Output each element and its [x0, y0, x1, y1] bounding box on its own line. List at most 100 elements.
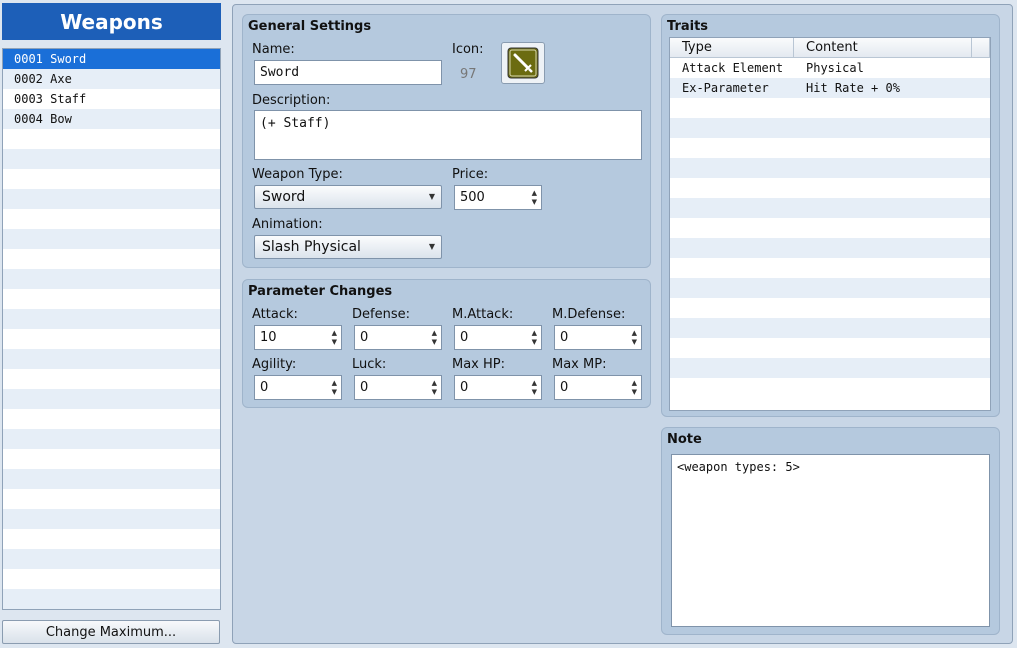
animation-label: Animation: — [252, 217, 323, 232]
weapon-list-empty-row[interactable] — [3, 249, 220, 269]
stepper-up-icon[interactable]: ▲ — [332, 379, 337, 387]
trait-empty-row[interactable] — [670, 98, 990, 118]
weapon-list-empty-row[interactable] — [3, 209, 220, 229]
stepper-up-icon[interactable]: ▲ — [632, 329, 637, 337]
trait-empty-row[interactable] — [670, 138, 990, 158]
param-label: M.Attack: — [452, 307, 514, 322]
weapon-list-item[interactable]: 0002 Axe — [3, 69, 220, 89]
weapon-list-empty-row[interactable] — [3, 289, 220, 309]
stepper-down-icon[interactable]: ▼ — [532, 388, 537, 396]
weapon-list-empty-row[interactable] — [3, 309, 220, 329]
stepper-down-icon[interactable]: ▼ — [432, 388, 437, 396]
weapon-list-empty-row[interactable] — [3, 349, 220, 369]
note-textarea[interactable]: <weapon types: 5> — [671, 454, 990, 627]
trait-empty-row[interactable] — [670, 158, 990, 178]
trait-row[interactable]: Ex-Parameter Hit Rate + 0% — [670, 78, 990, 98]
chevron-down-icon: ▼ — [428, 192, 435, 201]
trait-empty-row[interactable] — [670, 378, 990, 398]
trait-row[interactable]: Attack Element Physical — [670, 58, 990, 78]
icon-label: Icon: — [452, 42, 484, 57]
param-value: 0 — [260, 380, 269, 395]
param-stepper[interactable]: 0 ▲ ▼ — [554, 375, 642, 400]
weapon-list-empty-row[interactable] — [3, 469, 220, 489]
weapon-list-empty-row[interactable] — [3, 509, 220, 529]
change-maximum-button[interactable]: Change Maximum... — [2, 620, 220, 644]
weapon-list-empty-row[interactable] — [3, 589, 220, 609]
stepper-down-icon[interactable]: ▼ — [332, 388, 337, 396]
param-label: Agility: — [252, 357, 297, 372]
traits-table[interactable]: Type Content Attack Element Physical Ex-Pa… — [669, 37, 991, 411]
trait-empty-row[interactable] — [670, 178, 990, 198]
weapon-list-empty-row[interactable] — [3, 229, 220, 249]
traits-column-type[interactable]: Type — [670, 38, 794, 58]
weapon-list-empty-row[interactable] — [3, 549, 220, 569]
weapon-list-empty-row[interactable] — [3, 369, 220, 389]
stepper-up-icon[interactable]: ▲ — [532, 379, 537, 387]
weapon-list-empty-row[interactable] — [3, 389, 220, 409]
weapon-list-empty-row[interactable] — [3, 129, 220, 149]
weapon-list-empty-row[interactable] — [3, 449, 220, 469]
trait-empty-row[interactable] — [670, 198, 990, 218]
weapon-list-empty-row[interactable] — [3, 529, 220, 549]
weapon-list-item[interactable]: 0004 Bow — [3, 109, 220, 129]
trait-empty-row[interactable] — [670, 278, 990, 298]
weapon-list-empty-row[interactable] — [3, 329, 220, 349]
stepper-up-icon[interactable]: ▲ — [632, 379, 637, 387]
param-stepper[interactable]: 0 ▲ ▼ — [554, 325, 642, 350]
stepper-up-icon[interactable]: ▲ — [532, 329, 537, 337]
weapon-list-empty-row[interactable] — [3, 169, 220, 189]
trait-type: Attack Element — [682, 61, 784, 75]
trait-empty-row[interactable] — [670, 118, 990, 138]
weapon-type-select[interactable]: Sword ▼ — [254, 185, 442, 209]
name-field[interactable]: Sword — [254, 60, 442, 85]
trait-empty-row[interactable] — [670, 338, 990, 358]
stepper-down-icon[interactable]: ▼ — [632, 388, 637, 396]
param-stepper[interactable]: 0 ▲ ▼ — [454, 325, 542, 350]
description-field[interactable]: (+ Staff) — [254, 110, 642, 160]
trait-empty-row[interactable] — [670, 258, 990, 278]
traits-title: Traits — [667, 19, 709, 34]
trait-content: Hit Rate + 0% — [806, 81, 900, 95]
stepper-down-icon[interactable]: ▼ — [632, 338, 637, 346]
param-stepper[interactable]: 0 ▲ ▼ — [354, 375, 442, 400]
weapon-list-empty-row[interactable] — [3, 409, 220, 429]
stepper-down-icon[interactable]: ▼ — [332, 338, 337, 346]
weapon-list-empty-row[interactable] — [3, 149, 220, 169]
param-stepper[interactable]: 0 ▲ ▼ — [254, 375, 342, 400]
trait-empty-row[interactable] — [670, 238, 990, 258]
stepper-down-icon[interactable]: ▼ — [432, 338, 437, 346]
weapon-list-empty-row[interactable] — [3, 569, 220, 589]
param-stepper[interactable]: 10 ▲ ▼ — [254, 325, 342, 350]
icon-button[interactable] — [501, 42, 545, 84]
trait-empty-row[interactable] — [670, 218, 990, 238]
stepper-up-icon[interactable]: ▲ — [432, 379, 437, 387]
trait-empty-row[interactable] — [670, 298, 990, 318]
general-settings-group: General Settings Name: Sword Icon: 97 De… — [242, 14, 651, 268]
stepper-down-icon[interactable]: ▼ — [532, 338, 537, 346]
note-group: Note <weapon types: 5> — [661, 427, 1000, 635]
param-value: 0 — [360, 380, 369, 395]
stepper-up-icon[interactable]: ▲ — [432, 329, 437, 337]
weapon-list[interactable]: 0001 Sword 0002 Axe 0003 Staff 0004 Bow — [2, 48, 221, 610]
main-panel: General Settings Name: Sword Icon: 97 De… — [232, 4, 1013, 644]
param-stepper[interactable]: 0 ▲ ▼ — [454, 375, 542, 400]
param-label: Attack: — [252, 307, 298, 322]
param-stepper[interactable]: 0 ▲ ▼ — [354, 325, 442, 350]
stepper-up-icon[interactable]: ▲ — [532, 189, 537, 197]
name-label: Name: — [252, 42, 295, 57]
weapon-list-item[interactable]: 0001 Sword — [3, 49, 220, 69]
stepper-up-icon[interactable]: ▲ — [332, 329, 337, 337]
traits-column-content[interactable]: Content — [794, 38, 972, 58]
weapon-list-empty-row[interactable] — [3, 189, 220, 209]
trait-content: Physical — [806, 61, 864, 75]
weapon-list-empty-row[interactable] — [3, 269, 220, 289]
price-stepper[interactable]: 500 ▲ ▼ — [454, 185, 542, 210]
stepper-down-icon[interactable]: ▼ — [532, 198, 537, 206]
animation-select[interactable]: Slash Physical ▼ — [254, 235, 442, 259]
weapon-list-item[interactable]: 0003 Staff — [3, 89, 220, 109]
trait-empty-row[interactable] — [670, 318, 990, 338]
weapon-list-empty-row[interactable] — [3, 489, 220, 509]
weapon-list-empty-row[interactable] — [3, 429, 220, 449]
general-settings-title: General Settings — [248, 19, 372, 34]
trait-empty-row[interactable] — [670, 358, 990, 378]
